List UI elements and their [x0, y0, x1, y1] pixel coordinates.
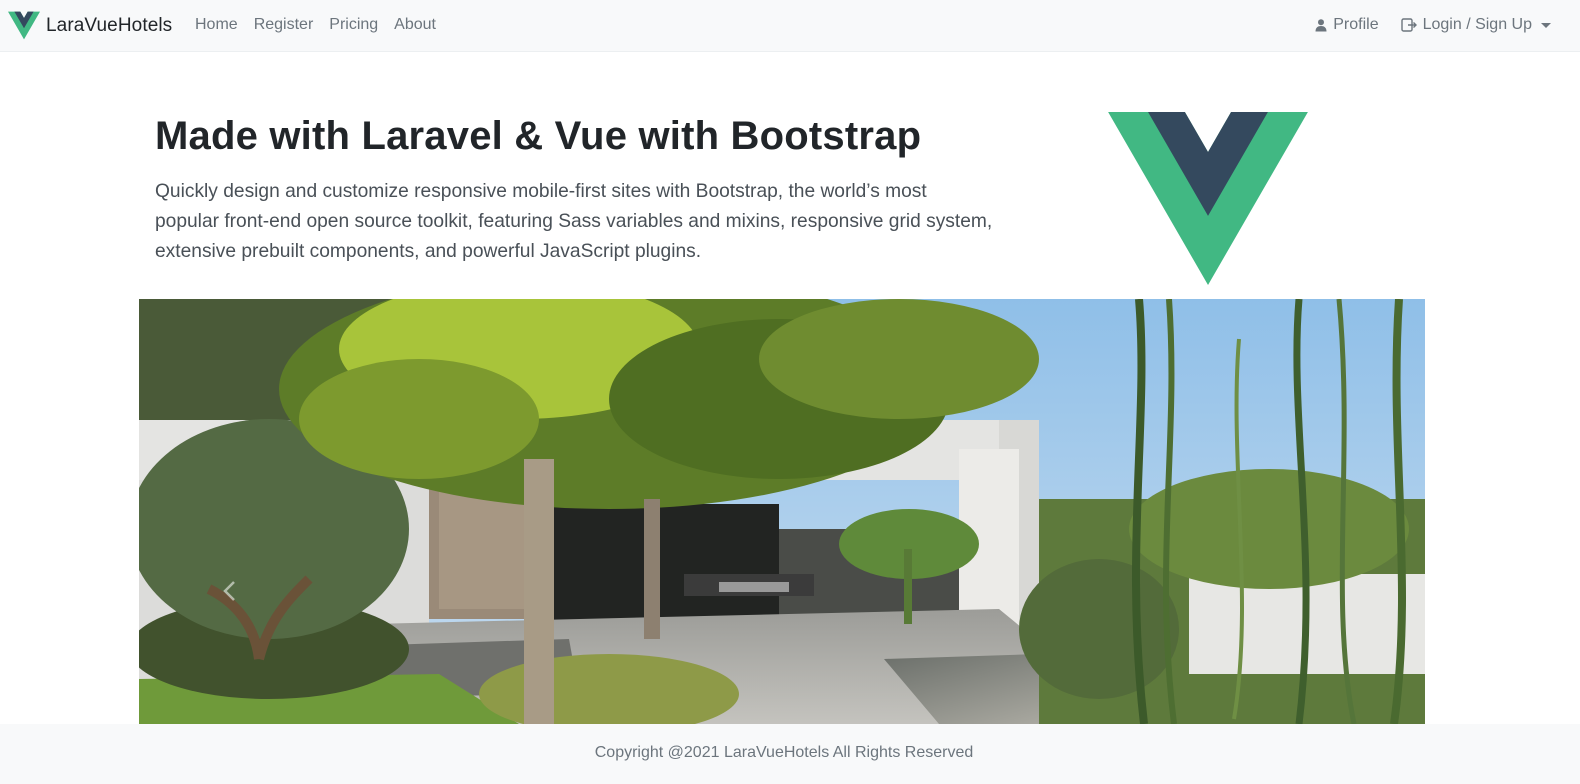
profile-link[interactable]: Profile [1315, 16, 1379, 34]
brand-name: LaraVueHotels [46, 14, 173, 36]
user-nav: Profile Login / Sign Up [1315, 16, 1551, 34]
chevron-down-icon [1541, 22, 1551, 28]
hero-lead: Quickly design and customize responsive … [155, 181, 993, 262]
garden-house-photo [139, 299, 1425, 724]
login-signup-dropdown[interactable]: Login / Sign Up [1400, 16, 1551, 34]
profile-label: Profile [1333, 16, 1379, 33]
vue-logo-icon [1108, 112, 1308, 285]
chevron-left-icon[interactable] [219, 579, 243, 603]
main-nav: Home Register Pricing About [195, 16, 436, 34]
login-signup-label: Login / Sign Up [1422, 16, 1532, 33]
footer: Copyright @2021 LaraVueHotels All Rights… [0, 724, 1580, 784]
login-icon [1400, 18, 1417, 32]
nav-pricing-link[interactable]: Pricing [329, 16, 378, 34]
nav-home-link[interactable]: Home [195, 16, 238, 34]
hero-title: Made with Laravel & Vue with Bootstrap [155, 114, 922, 158]
carousel [139, 299, 1425, 724]
brand-link[interactable]: LaraVueHotels [8, 11, 172, 40]
navbar: LaraVueHotels Home Register Pricing Abou… [0, 0, 1580, 52]
nav-register-link[interactable]: Register [254, 16, 314, 34]
nav-about-link[interactable]: About [394, 16, 436, 34]
copyright-text: Copyright @2021 LaraVueHotels All Rights… [594, 744, 974, 761]
person-icon [1315, 18, 1327, 31]
vue-logo-icon [8, 11, 40, 40]
